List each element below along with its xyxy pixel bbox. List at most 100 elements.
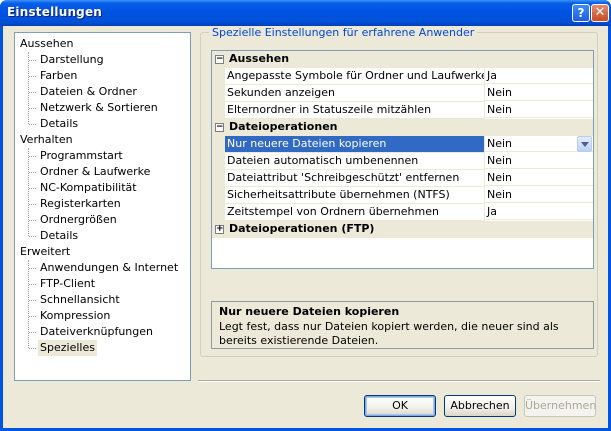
grid-category-label: Dateioperationen	[229, 120, 338, 133]
grid-gutter	[212, 187, 225, 204]
tree-connector-line	[29, 204, 36, 205]
property-value[interactable]: Nein	[484, 153, 593, 169]
property-value-text: Ja	[487, 205, 497, 218]
grid-property-row[interactable]: Zeitstempel von Ordnern übernehmen Ja	[212, 204, 593, 221]
property-value[interactable]: Ja	[484, 68, 593, 84]
property-name[interactable]: Zeitstempel von Ordnern übernehmen	[225, 204, 485, 221]
tree-item[interactable]: Ordner & Laufwerke	[38, 164, 152, 180]
tree-item[interactable]: Kompression	[38, 308, 112, 324]
property-value-text: Nein	[487, 137, 513, 150]
ok-button[interactable]: OK	[364, 395, 436, 417]
apply-button[interactable]: Übernehmen	[524, 395, 596, 417]
grid-category-label: Dateioperationen (FTP)	[229, 222, 375, 235]
tree-connector-line	[29, 76, 36, 77]
tree-connector-line	[28, 260, 29, 348]
tree-item[interactable]: Details	[38, 228, 80, 244]
tree-item[interactable]: NC-Kompatibilität	[38, 180, 139, 196]
cancel-button[interactable]: Abbrechen	[444, 395, 516, 417]
property-value-text: Nein	[487, 171, 513, 184]
tree-connector-line	[29, 268, 36, 269]
tree-item[interactable]: Dateiverknüpfungen	[38, 324, 155, 340]
settings-window: Einstellungen ? ✕ Aussehen Darstellung Far…	[0, 0, 611, 431]
tree-item[interactable]: Schnellansicht	[38, 292, 122, 308]
dropdown-arrow-icon[interactable]	[577, 136, 592, 152]
grid-category-row[interactable]: − Dateioperationen	[212, 119, 593, 136]
tree-item[interactable]: FTP-Client	[38, 276, 97, 292]
property-name[interactable]: Sekunden anzeigen	[225, 85, 485, 102]
property-name[interactable]: Angepasste Symbole für Ordner und Laufwe…	[225, 68, 485, 85]
grid-gutter	[212, 102, 225, 119]
tree-connector-line	[29, 316, 36, 317]
tree-category[interactable]: Verhalten	[18, 132, 75, 148]
tree-connector-line	[29, 236, 36, 237]
window-title: Einstellungen	[7, 5, 103, 19]
tree-item[interactable]: Darstellung	[38, 52, 106, 68]
property-value-text: Nein	[487, 188, 513, 201]
dialog-client-area: Aussehen Darstellung Farben Dateien & Ordne…	[3, 26, 608, 428]
tree-connector-line	[29, 108, 36, 109]
grid-category-row[interactable]: + Dateioperationen (FTP)	[212, 221, 593, 238]
tree-connector-line	[29, 220, 36, 221]
tree-item[interactable]: Netzwerk & Sortieren	[38, 100, 160, 116]
property-name[interactable]: Dateiattribut 'Schreibgeschützt' entfern…	[225, 170, 485, 187]
tree-item[interactable]: Registerkarten	[38, 196, 123, 212]
settings-tree[interactable]: Aussehen Darstellung Farben Dateien & Ordne…	[14, 32, 191, 381]
property-value-text: Nein	[487, 154, 513, 167]
tree-item[interactable]: Dateien & Ordner	[38, 84, 139, 100]
tree-connector-line	[29, 300, 36, 301]
property-value[interactable]: Nein	[484, 85, 593, 101]
grid-gutter	[212, 153, 225, 170]
tree-connector-line	[29, 284, 36, 285]
grid-property-row[interactable]: Sicherheitsattribute übernehmen (NTFS) Ne…	[212, 187, 593, 204]
property-value[interactable]: Nein	[484, 170, 593, 186]
property-grid[interactable]: − Aussehen Angepasste Symbole für Ordner u…	[211, 50, 594, 269]
tree-category[interactable]: Aussehen	[18, 36, 75, 52]
tree-item[interactable]: Details	[38, 116, 80, 132]
grid-property-row[interactable]: Elternordner in Statuszeile mitzählen Nei…	[212, 102, 593, 119]
tree-connector-line	[29, 332, 36, 333]
property-name[interactable]: Elternordner in Statuszeile mitzählen	[225, 102, 485, 119]
tree-connector-line	[29, 348, 36, 349]
grid-gutter	[212, 136, 225, 153]
grid-property-row[interactable]: Dateiattribut 'Schreibgeschützt' entfern…	[212, 170, 593, 187]
help-button[interactable]: ?	[572, 4, 590, 22]
property-value-text: Nein	[487, 103, 513, 116]
help-icon: ?	[577, 6, 585, 20]
grid-gutter	[212, 85, 225, 102]
property-name[interactable]: Sicherheitsattribute übernehmen (NTFS)	[225, 187, 485, 204]
property-value[interactable]: Nein	[484, 102, 593, 118]
help-title: Nur neuere Dateien kopieren	[219, 305, 400, 318]
property-name[interactable]: Nur neuere Dateien kopieren	[225, 136, 485, 153]
group-title: Spezielle Einstellungen für erfahrene An…	[209, 26, 478, 39]
tree-connector-line	[28, 52, 29, 124]
grid-gutter	[212, 204, 225, 221]
tree-connector-line	[29, 156, 36, 157]
tree-item[interactable]: Spezielles	[38, 340, 97, 356]
grid-property-row[interactable]: Dateien automatisch umbenennen Nein	[212, 153, 593, 170]
grid-property-row[interactable]: Sekunden anzeigen Nein	[212, 85, 593, 102]
title-bar[interactable]: Einstellungen ? ✕	[0, 0, 611, 26]
property-value-text: Nein	[487, 86, 513, 99]
close-button[interactable]: ✕	[591, 4, 609, 22]
property-value[interactable]: Nein	[484, 187, 593, 203]
property-name[interactable]: Dateien automatisch umbenennen	[225, 153, 485, 170]
tree-item[interactable]: Programmstart	[38, 148, 125, 164]
grid-property-row[interactable]: Angepasste Symbole für Ordner und Laufwe…	[212, 68, 593, 85]
collapse-icon[interactable]: −	[215, 123, 224, 132]
grid-property-row[interactable]: Nur neuere Dateien kopieren Nein	[212, 136, 593, 153]
tree-item[interactable]: Ordnergrößen	[38, 212, 119, 228]
collapse-icon[interactable]: −	[215, 55, 224, 64]
expand-icon[interactable]: +	[215, 225, 224, 234]
tree-item[interactable]: Farben	[38, 68, 79, 84]
separator-line	[198, 380, 600, 382]
property-value[interactable]: Ja	[484, 204, 593, 220]
property-value[interactable]: Nein	[484, 136, 593, 152]
grid-category-row[interactable]: − Aussehen	[212, 51, 593, 68]
close-icon: ✕	[594, 5, 606, 20]
tree-item[interactable]: Anwendungen & Internet	[38, 260, 180, 276]
grid-category-label: Aussehen	[229, 52, 290, 65]
tree-connector-line	[29, 124, 36, 125]
tree-connector-line	[28, 148, 29, 236]
tree-category[interactable]: Erweitert	[18, 244, 72, 260]
tree-connector-line	[29, 92, 36, 93]
